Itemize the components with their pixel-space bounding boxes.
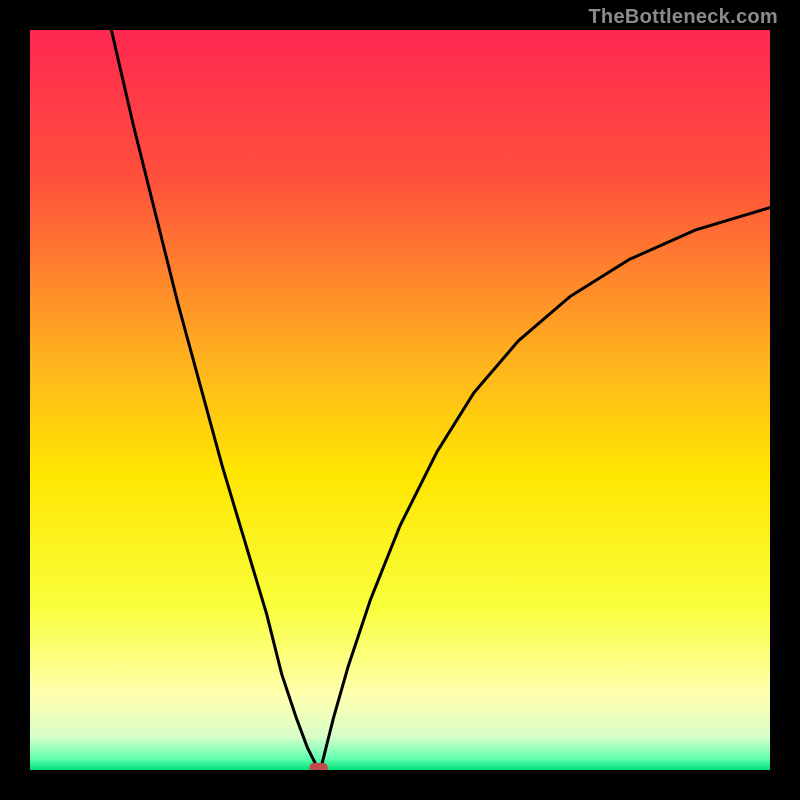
- watermark-text: TheBottleneck.com: [588, 6, 778, 29]
- chart-plot-area: [30, 30, 770, 770]
- chart-frame: TheBottleneck.com: [0, 0, 800, 800]
- chart-background: [30, 30, 770, 770]
- marker-dot: [310, 763, 328, 770]
- chart-svg: [30, 30, 770, 770]
